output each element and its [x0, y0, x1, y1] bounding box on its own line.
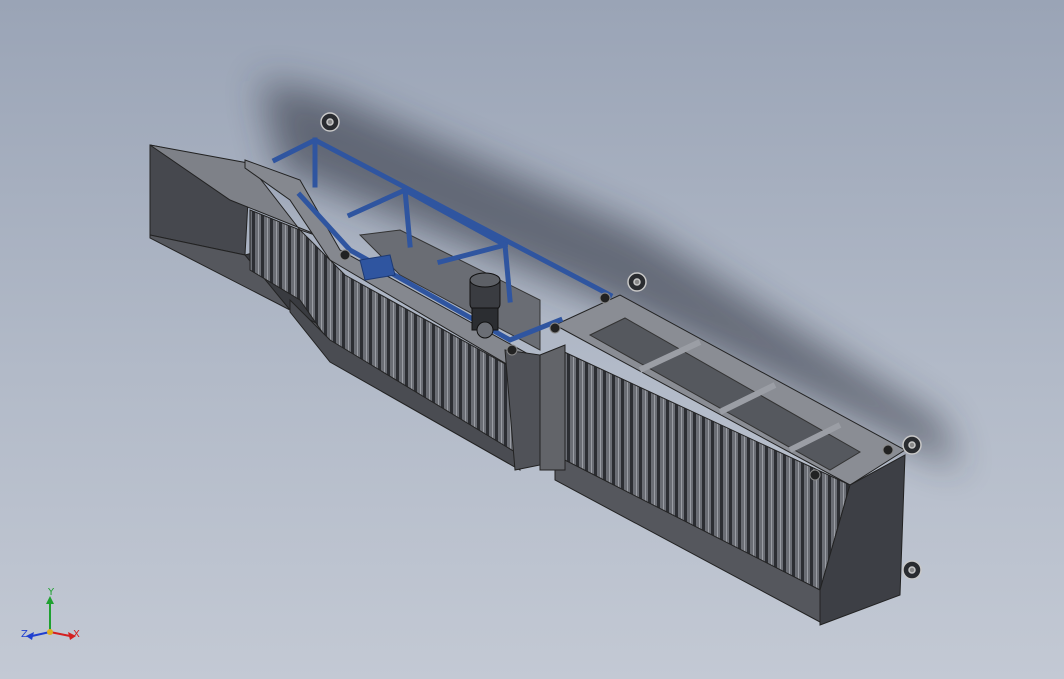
- axis-z-label: Z: [21, 629, 28, 640]
- bolt-1: [339, 249, 351, 261]
- drive-sprocket: [476, 321, 494, 339]
- bolt-6: [882, 444, 894, 456]
- caster-wheel-3: [902, 435, 922, 455]
- orientation-triad[interactable]: Y Z X: [18, 586, 88, 646]
- caster-wheel-4: [902, 560, 922, 580]
- caster-wheel-1: [320, 112, 340, 132]
- motor-cap: [469, 272, 501, 288]
- triad-origin: [47, 629, 53, 635]
- bolt-2: [506, 344, 518, 356]
- bolt-4: [549, 322, 561, 334]
- bolt-5: [809, 469, 821, 481]
- axis-x-label: X: [73, 629, 80, 640]
- drive-motor[interactable]: [469, 272, 501, 339]
- cad-model-render[interactable]: [0, 0, 1064, 679]
- axis-y-label: Y: [48, 587, 55, 598]
- bolt-3: [599, 292, 611, 304]
- caster-wheel-2: [627, 272, 647, 292]
- axis-x-line: [49, 631, 71, 637]
- tank-gate: [539, 344, 566, 471]
- frame-bracket-plate: [359, 254, 396, 281]
- cad-viewport[interactable]: Y Z X: [0, 0, 1064, 679]
